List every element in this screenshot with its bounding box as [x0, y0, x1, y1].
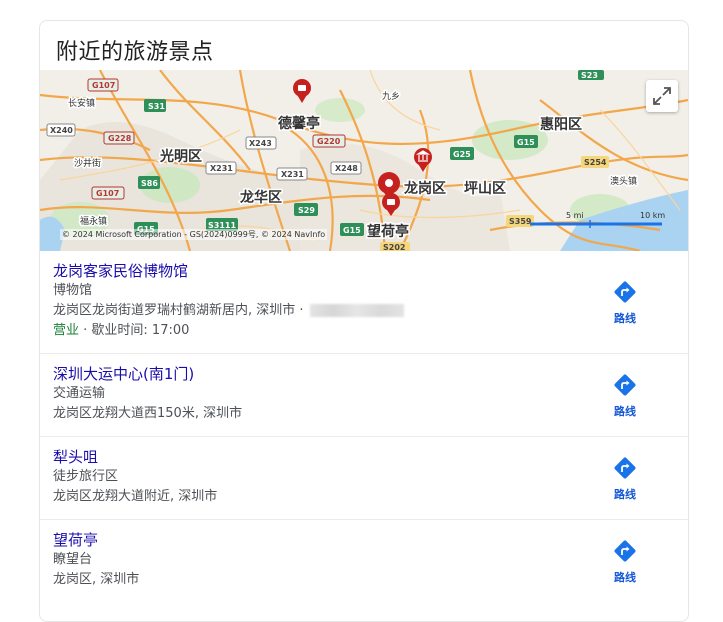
turn-right-arrow-icon — [614, 281, 636, 303]
closing-time: 歇业时间: 17:00 — [91, 323, 190, 338]
place-title[interactable]: 犁头咀 — [53, 447, 217, 467]
place-label: 龙岗区 — [403, 180, 446, 197]
attractions-card: 附近的旅游景点 G107 S31 X240 G228 X243 G220 X23… — [39, 20, 689, 622]
place-label: 坪山区 — [464, 181, 506, 197]
place-title[interactable]: 望荷亭 — [53, 530, 139, 550]
card-title: 附近的旅游景点 — [56, 40, 214, 65]
directions-label: 路线 — [614, 571, 636, 584]
road-label: S31 — [148, 102, 165, 111]
turn-right-arrow-icon — [614, 540, 636, 562]
list-item[interactable]: 望荷亭 瞭望台 龙岗区, 深圳市 路线 — [40, 519, 688, 602]
road-label: G25 — [453, 150, 471, 159]
road-label: G107 — [92, 81, 115, 90]
road-label: S23 — [581, 71, 598, 80]
place-category: 徒步旅行区 — [53, 469, 119, 484]
place-category: 瞭望台 — [53, 552, 93, 567]
directions-button[interactable]: 路线 — [600, 455, 650, 502]
place-label: 九乡 — [382, 91, 400, 102]
place-label: 福永镇 — [80, 215, 107, 227]
place-label: 望荷亭 — [367, 223, 409, 240]
directions-button[interactable]: 路线 — [600, 279, 650, 326]
place-category: 博物馆 — [53, 283, 93, 298]
expand-map-button[interactable] — [646, 80, 678, 112]
place-label: 德馨亭 — [278, 115, 320, 132]
results-list: 龙岗客家民俗博物馆 博物馆 龙岗区龙岗街道罗瑞村鹤湖新居内, 深圳市 · 营业 … — [40, 251, 688, 602]
road-label: S29 — [298, 206, 315, 215]
list-item[interactable]: 犁头咀 徒步旅行区 龙岗区龙翔大道附近, 深圳市 路线 — [40, 436, 688, 519]
directions-label: 路线 — [614, 405, 636, 418]
place-label: 长安镇 — [68, 97, 95, 109]
place-title[interactable]: 龙岗客家民俗博物馆 — [53, 261, 404, 281]
road-label: X248 — [335, 164, 358, 173]
scale-km: 10 km — [640, 211, 665, 220]
road-label: X240 — [50, 126, 73, 135]
directions-label: 路线 — [614, 312, 636, 325]
road-label: S86 — [141, 179, 158, 188]
place-address: 龙岗区龙岗街道罗瑞村鹤湖新居内, 深圳市 · — [53, 301, 404, 321]
place-category: 交通运输 — [53, 386, 106, 401]
road-label: G15 — [343, 226, 361, 235]
map-copyright: © 2024 Microsoft Corporation - GS(2024)0… — [60, 229, 328, 240]
turn-right-arrow-icon — [614, 457, 636, 479]
place-hours: 营业 · 歇业时间: 17:00 — [53, 323, 190, 338]
place-address: 龙岗区龙翔大道附近, 深圳市 — [53, 489, 218, 504]
map-view[interactable]: G107 S31 X240 G228 X243 G220 X231 X231 X… — [40, 70, 688, 251]
directions-button[interactable]: 路线 — [600, 372, 650, 419]
road-label: S254 — [584, 158, 607, 167]
directions-button[interactable]: 路线 — [600, 538, 650, 585]
scale-mi: 5 mi — [566, 211, 584, 220]
place-label: 惠阳区 — [540, 116, 582, 133]
road-label: S202 — [383, 243, 405, 251]
road-label: X231 — [281, 170, 304, 179]
map-canvas: G107 S31 X240 G228 X243 G220 X231 X231 X… — [40, 70, 688, 251]
road-label: G228 — [108, 134, 132, 143]
road-label: X243 — [249, 139, 272, 148]
directions-label: 路线 — [614, 488, 636, 501]
road-label: G220 — [317, 137, 341, 146]
list-item[interactable]: 深圳大运中心(南1门) 交通运输 龙岗区龙翔大道西150米, 深圳市 路线 — [40, 353, 688, 436]
place-label: 光明区 — [159, 148, 202, 165]
redacted-phone — [309, 304, 404, 317]
turn-right-arrow-icon — [614, 374, 636, 396]
list-item[interactable]: 龙岗客家民俗博物馆 博物馆 龙岗区龙岗街道罗瑞村鹤湖新居内, 深圳市 · 营业 … — [40, 251, 688, 353]
place-address: 龙岗区, 深圳市 — [53, 572, 140, 587]
place-address: 龙岗区龙翔大道西150米, 深圳市 — [53, 406, 243, 421]
road-label: S359 — [509, 217, 532, 226]
place-label: 澳头镇 — [610, 175, 637, 187]
road-label: G107 — [96, 189, 119, 198]
place-title[interactable]: 深圳大运中心(南1门) — [53, 364, 242, 384]
open-status: 营业 — [53, 323, 80, 338]
place-label: 龙华区 — [239, 189, 282, 206]
road-label: G15 — [517, 138, 535, 147]
place-label: 沙井街 — [74, 157, 101, 169]
road-label: X231 — [210, 164, 233, 173]
expand-icon — [653, 87, 671, 105]
